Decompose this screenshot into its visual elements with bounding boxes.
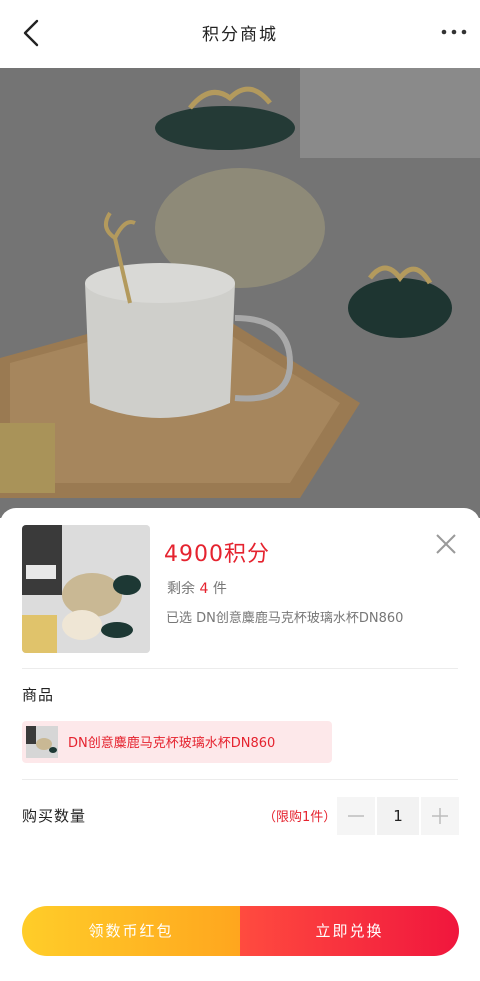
purchase-limit: （限购1件） <box>263 810 337 825</box>
stock-count: 4 <box>199 581 209 597</box>
action-buttons: 领数币红包 立即兑换 <box>22 906 459 956</box>
divider <box>22 779 458 780</box>
product-thumbnail <box>22 525 150 653</box>
page-title: 积分商城 <box>202 25 278 45</box>
product-chip-thumbnail <box>26 726 58 758</box>
plus-button[interactable] <box>421 797 459 835</box>
stock-unit: 件 <box>212 581 227 597</box>
divider <box>22 668 458 669</box>
more-dots-icon[interactable] <box>440 22 468 42</box>
get-coupon-button[interactable]: 领数币红包 <box>22 906 240 956</box>
exchange-sheet: 4900积分 剩余 4 件 已选 DN创意麋鹿马克杯玻璃水杯DN860 商品 D… <box>0 508 480 981</box>
stock-remaining: 剩余 4 件 <box>167 578 227 598</box>
price-points: 4900积分 <box>164 542 270 567</box>
exchange-now-button[interactable]: 立即兑换 <box>240 906 459 956</box>
product-hero-image <box>0 68 480 518</box>
product-option-chip[interactable]: DN创意麋鹿马克杯玻璃水杯DN860 <box>22 721 332 763</box>
quantity-stepper: 1 <box>337 797 459 835</box>
quantity-section-label: 购买数量 <box>22 807 87 825</box>
selected-spec: 已选 DN创意麋鹿马克杯玻璃水杯DN860 <box>166 611 404 626</box>
product-chip-label: DN创意麋鹿马克杯玻璃水杯DN860 <box>68 736 276 751</box>
product-section-label: 商品 <box>22 686 55 704</box>
minus-button[interactable] <box>337 797 375 835</box>
close-icon[interactable] <box>434 532 458 556</box>
top-bar: 积分商城 <box>0 0 480 68</box>
stock-label: 剩余 <box>167 581 195 597</box>
quantity-value[interactable]: 1 <box>377 797 419 835</box>
